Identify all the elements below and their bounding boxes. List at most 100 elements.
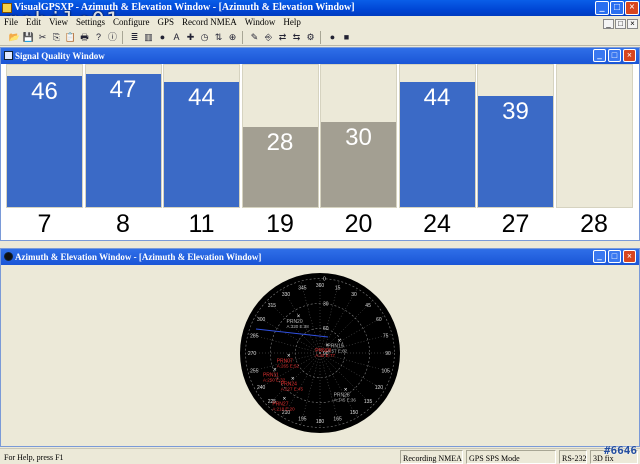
azimuth-tick-label: 135 bbox=[364, 399, 373, 405]
close-button[interactable]: × bbox=[625, 1, 639, 15]
signal-slot: 47 bbox=[84, 64, 162, 208]
menu-item-configure[interactable]: Configure bbox=[109, 16, 154, 29]
signal-value: 39 bbox=[502, 98, 529, 126]
toolbar: 📂 💾 ✂ ⎘ 📋 🖶? ⓘ ≣ ▥ ● A ✚ ◷ ⇅ ⊕ ✎ ⎆ ⇄ ⇆ ⚙ ● ■ bbox=[0, 29, 640, 46]
menu-item-record-nmea[interactable]: Record NMEA bbox=[178, 16, 241, 29]
signal-minimize-button[interactable]: _ bbox=[593, 49, 606, 62]
signal-column-prn-28: 28 bbox=[555, 64, 633, 240]
azimuth-tick-label: 60 bbox=[376, 317, 382, 323]
help-icon[interactable]: ? bbox=[92, 31, 105, 43]
signal-prn-label: 11 bbox=[188, 210, 215, 238]
signal-slot: 39 bbox=[477, 64, 554, 208]
nmea-list-icon[interactable]: ≣ bbox=[128, 31, 141, 43]
status-port: RS-232 bbox=[559, 450, 587, 464]
signal-prn-label: 24 bbox=[423, 210, 451, 238]
maximize-button[interactable]: □ bbox=[610, 1, 624, 15]
signal-slot: 30 bbox=[320, 64, 397, 208]
elevation-tick-label: 30 bbox=[323, 301, 329, 307]
clock-icon[interactable]: ◷ bbox=[198, 31, 211, 43]
menu-item-window[interactable]: Window bbox=[241, 16, 280, 29]
signal-bar: 44 bbox=[164, 82, 239, 207]
connect-icon[interactable]: ⇄ bbox=[276, 31, 289, 43]
azimuth-maximize-button[interactable]: □ bbox=[608, 250, 621, 263]
cut-icon[interactable]: ✂ bbox=[36, 31, 49, 43]
signal-window-icon bbox=[4, 51, 13, 60]
toolbar-separator bbox=[122, 31, 123, 44]
azimuth-window-title: Azimuth & Elevation Window - [Azimuth & … bbox=[15, 252, 262, 262]
azimuth-tick-label: 75 bbox=[383, 333, 389, 339]
signal-prn-label: 8 bbox=[116, 210, 130, 238]
signal-slot: 28 bbox=[241, 64, 319, 208]
azimuth-tick-label: 180 bbox=[316, 419, 325, 425]
status-bar: For Help, press F1 Recording NMEA GPS SP… bbox=[0, 448, 640, 464]
open-folder-icon[interactable]: 📂 bbox=[8, 31, 21, 43]
azimuth-minimize-button[interactable]: _ bbox=[593, 250, 606, 263]
menu-item-file[interactable]: File bbox=[0, 16, 22, 29]
sort-icon[interactable]: ⇅ bbox=[212, 31, 225, 43]
settings-icon[interactable]: ⚙ bbox=[304, 31, 317, 43]
stop-icon[interactable]: ■ bbox=[340, 31, 353, 43]
azimuth-tick-label: 45 bbox=[365, 303, 371, 309]
disconnect-icon[interactable]: ⇆ bbox=[290, 31, 303, 43]
signal-quality-window: Signal Quality Window _ □ × 46 7 47 8 44 11 28… bbox=[0, 47, 640, 241]
menu-item-settings[interactable]: Settings bbox=[72, 16, 109, 29]
signal-bar: 47 bbox=[85, 73, 161, 207]
azimuth-tick-label: 315 bbox=[268, 303, 277, 309]
mdi-close-button[interactable]: × bbox=[627, 19, 638, 29]
signal-maximize-button[interactable]: □ bbox=[608, 49, 621, 62]
status-mode: GPS SPS Mode bbox=[466, 450, 556, 464]
start-icon[interactable]: ● bbox=[326, 31, 339, 43]
azimuth-tick-label: 15 bbox=[335, 285, 341, 291]
menu-item-help[interactable]: Help bbox=[279, 16, 305, 29]
menu-item-edit[interactable]: Edit bbox=[22, 16, 45, 29]
signal-prn-label: 28 bbox=[580, 210, 608, 238]
signal-close-button[interactable]: × bbox=[623, 49, 636, 62]
status-recording: Recording NMEA bbox=[400, 450, 463, 464]
status-help-text: For Help, press F1 bbox=[4, 453, 64, 462]
signal-column-prn-19: 28 19 bbox=[241, 64, 319, 240]
signal-window-titlebar: Signal Quality Window _ □ × bbox=[1, 48, 639, 64]
about-icon[interactable]: ⓘ bbox=[106, 31, 119, 43]
mdi-restore-button[interactable]: □ bbox=[615, 19, 626, 29]
azimuth-window-icon bbox=[4, 252, 13, 261]
signal-bar: 28 bbox=[242, 127, 318, 207]
satellite-azel-label: A:42 E:77 bbox=[315, 353, 335, 358]
signal-column-prn-11: 44 11 bbox=[163, 64, 240, 240]
compass-icon[interactable]: ⊕ bbox=[226, 31, 239, 43]
azimuth-tick-label: 90 bbox=[385, 351, 391, 357]
signal-value: 44 bbox=[188, 84, 215, 112]
copy-icon[interactable]: ⎘ bbox=[50, 31, 63, 43]
azimuth-tick-label: 120 bbox=[375, 385, 384, 391]
azimuth-tick-label: 195 bbox=[298, 417, 307, 423]
signal-prn-label: 20 bbox=[344, 210, 373, 238]
menu-item-gps[interactable]: GPS bbox=[154, 16, 179, 29]
signal-prn-label: 7 bbox=[37, 210, 52, 238]
save-icon[interactable]: 💾 bbox=[22, 31, 35, 43]
azimuth-plot-area: 360 15 30 45 60 75 90 105 120 135 150 165 180 195 210 2… bbox=[1, 265, 639, 446]
mdi-minimize-button[interactable]: _ bbox=[603, 19, 614, 29]
satellite-azel-label: A:227 E:45 bbox=[281, 386, 304, 391]
satellite-azel-label: A:145 E:36 bbox=[334, 398, 357, 403]
menu-item-view[interactable]: View bbox=[45, 16, 72, 29]
azimuth-tick-label: 345 bbox=[298, 285, 307, 291]
print-icon[interactable]: 🖶 bbox=[78, 31, 91, 43]
signal-column-prn-27: 39 27 bbox=[477, 64, 554, 240]
app-icon bbox=[2, 3, 12, 13]
record-icon[interactable]: ⎆ bbox=[262, 31, 275, 43]
elevation-tick-label: 60 bbox=[323, 326, 329, 332]
azimuth-close-button[interactable]: × bbox=[623, 250, 636, 263]
elevation-tick-label: 0 bbox=[323, 277, 326, 283]
azimuth-icon[interactable]: ● bbox=[156, 31, 169, 43]
signal-column-prn-24: 44 24 bbox=[398, 64, 476, 240]
paste-icon[interactable]: 📋 bbox=[64, 31, 77, 43]
altitude-icon[interactable]: A bbox=[170, 31, 183, 43]
azimuth-window-titlebar: Azimuth & Elevation Window - [Azimuth & … bbox=[1, 249, 639, 265]
signal-bars-icon[interactable]: ▥ bbox=[142, 31, 155, 43]
azimuth-tick-label: 360 bbox=[316, 283, 325, 289]
position-icon[interactable]: ✚ bbox=[184, 31, 197, 43]
azimuth-tick-label: 255 bbox=[250, 369, 259, 375]
signal-value: 28 bbox=[266, 129, 294, 157]
azimuth-elevation-window: Azimuth & Elevation Window - [Azimuth & … bbox=[0, 248, 640, 447]
survey-icon[interactable]: ✎ bbox=[248, 31, 261, 43]
minimize-button[interactable]: _ bbox=[595, 1, 609, 15]
